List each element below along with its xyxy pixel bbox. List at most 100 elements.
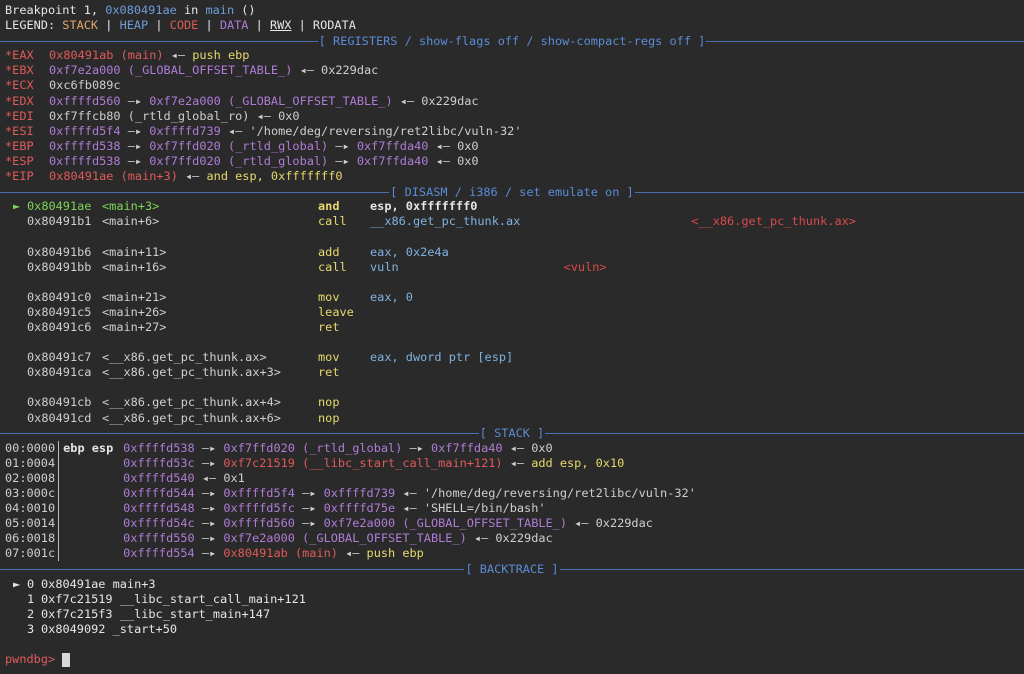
disasm-row[interactable]: 0x80491c7 <__x86.get_pc_thunk.ax> mov eax, … xyxy=(5,350,1024,365)
backtrace-frame[interactable]: 2 0xf7c215f3 __libc_start_main+147 xyxy=(5,607,1024,622)
disasm-spacer xyxy=(5,380,1024,395)
stack-value-part: 0xf7c21519 (__libc_start_call_main+121) xyxy=(223,455,503,470)
instruction-symbol: <__x86.get_pc_thunk.ax+6> xyxy=(102,410,281,425)
stack-index: 02:0008 xyxy=(5,470,56,485)
stack-index: 01:0004 xyxy=(5,455,56,470)
disasm-row[interactable]: 0x80491cb <__x86.get_pc_thunk.ax+4> nop xyxy=(5,395,1024,410)
instruction-address: 0x80491c7 xyxy=(27,350,92,365)
instruction-address: 0x80491b6 xyxy=(27,244,92,259)
instruction-address: 0x80491c0 xyxy=(27,289,92,304)
disasm-row[interactable]: 0x80491b6 <main+11> add eax, 0x2e4a xyxy=(5,245,1024,260)
call-target: <vuln> xyxy=(563,259,607,274)
instruction-address: 0x80491b1 xyxy=(27,214,92,229)
instruction-mnemonic: mov xyxy=(318,350,340,365)
stack-value-part: 0xffffd560 xyxy=(223,516,295,531)
stack-divider xyxy=(58,486,60,501)
register-value-part: —▸ xyxy=(328,138,357,153)
stack-divider xyxy=(58,455,60,471)
register-row: *EBX 0xf7e2a000 (_GLOBAL_OFFSET_TABLE_) ◂… xyxy=(5,63,1024,78)
register-row: *EIP 0x80491ae (main+3) ◂— and esp, 0xfff… xyxy=(5,169,1024,184)
instruction-mnemonic: ret xyxy=(318,365,340,380)
stack-index: 00:0000 xyxy=(5,440,56,455)
stack-value-part: ◂— xyxy=(502,455,532,470)
disasm-header: [ DISASM / i386 / set emulate on ] xyxy=(0,184,1024,199)
frame-number: 2 xyxy=(27,606,35,621)
stack-header: [ STACK ] xyxy=(0,426,1024,441)
instruction-mnemonic: nop xyxy=(318,410,340,425)
stack-index: 06:0018 xyxy=(5,531,56,546)
backtrace-frame[interactable]: ► 0 0x80491ae main+3 xyxy=(5,577,1024,592)
stack-value-part: —▸ xyxy=(294,501,324,516)
disasm-spacer xyxy=(5,275,1024,290)
backtrace-panel: ► 0 0x80491ae main+3 1 0xf7c21519 __libc_sta… xyxy=(5,577,1024,637)
stack-value-part: ◂— 0x229dac xyxy=(466,531,553,546)
register-name: *ECX xyxy=(5,78,34,93)
disasm-row[interactable]: 0x80491ca <__x86.get_pc_thunk.ax+3> ret xyxy=(5,365,1024,380)
breakpoint-address: 0x080491ae xyxy=(105,3,177,17)
stack-value-part: 0xffffd550 xyxy=(123,531,195,546)
frame-symbol: _start+50 xyxy=(112,621,178,636)
stack-value-part: 0xffffd75e xyxy=(323,501,396,516)
stack-index: 05:0014 xyxy=(5,516,56,531)
disasm-row[interactable]: 0x80491c6 <main+27> ret xyxy=(5,320,1024,335)
register-value-part: —▸ xyxy=(120,123,150,138)
register-value-part: and esp, 0xfffffff0 xyxy=(206,169,343,184)
stack-divider xyxy=(58,501,60,517)
disasm-row[interactable]: 0x80491b1 <main+6> call __x86.get_pc_thunk.… xyxy=(5,214,1024,229)
disasm-row[interactable]: 0x80491c0 <main+21> mov eax, 0 xyxy=(5,290,1024,305)
register-value-part: —▸ xyxy=(120,153,150,168)
register-value-part: ◂— '/home/deg/reversing/ret2libc/vuln-32… xyxy=(220,123,522,138)
register-value-part: ◂— 0x0 xyxy=(428,153,479,168)
register-name: *ESI xyxy=(5,123,34,138)
disasm-row[interactable]: ► 0x80491ae <main+3> and esp, 0xfffffff0 xyxy=(5,199,1024,214)
stack-row: 04:0010 0xffffd548 —▸ 0xffffd5fc —▸ 0xfff… xyxy=(5,501,1024,517)
stack-value-part: 0xffffd548 xyxy=(123,501,195,516)
legend-rodata: RODATA xyxy=(312,18,356,33)
instruction-symbol: <main+11> xyxy=(102,244,167,259)
instruction-symbol: <main+3> xyxy=(102,199,160,214)
stack-registers: ebp esp xyxy=(63,440,114,455)
stack-index: 04:0010 xyxy=(5,501,56,516)
register-row: *ESP 0xffffd538 —▸ 0xf7ffd020 (_rtld_glob… xyxy=(5,154,1024,169)
stack-value-part: —▸ xyxy=(402,440,431,455)
disasm-row[interactable]: 0x80491cd <__x86.get_pc_thunk.ax+6> nop xyxy=(5,411,1024,426)
register-value-part: push ebp xyxy=(192,48,250,63)
register-value-part: 0x80491ae (main+3) xyxy=(49,169,178,184)
instruction-operands: vuln xyxy=(370,259,399,274)
register-value-part: 0xc6fb089c xyxy=(49,78,121,93)
stack-value-part: 0xffffd538 xyxy=(123,440,195,455)
register-row: *EDX 0xffffd560 —▸ 0xf7e2a000 (_GLOBAL_OF… xyxy=(5,94,1024,109)
command-prompt-line[interactable]: pwndbg> xyxy=(5,652,1024,667)
frame-number: 1 xyxy=(27,591,35,606)
terminal-window[interactable]: Breakpoint 1, 0x080491ae in main () LEGE… xyxy=(0,0,1024,674)
register-name: *EDI xyxy=(5,108,34,123)
register-value-part: 0xffffd5f4 xyxy=(49,123,121,138)
stack-value-part: 0xf7e2a000 (_GLOBAL_OFFSET_TABLE_) xyxy=(323,516,567,531)
stack-divider xyxy=(58,546,60,562)
frame-number: 3 xyxy=(27,621,35,636)
breakpoint-in: in xyxy=(176,3,206,17)
backtrace-frame[interactable]: 1 0xf7c21519 __libc_start_call_main+121 xyxy=(5,592,1024,607)
legend-sep: | xyxy=(98,18,120,33)
instruction-mnemonic: call xyxy=(318,259,347,274)
instruction-symbol: <main+6> xyxy=(102,214,160,229)
register-value-part: ◂— xyxy=(177,169,207,184)
instruction-mnemonic: ret xyxy=(318,319,340,334)
legend-stack: STACK xyxy=(62,18,99,33)
register-value-part: 0xf7e2a000 (_GLOBAL_OFFSET_TABLE_) xyxy=(49,63,293,78)
backtrace-header-label: [ BACKTRACE ] xyxy=(465,562,559,577)
stack-row: 01:0004 0xffffd53c —▸ 0xf7c21519 (__libc_… xyxy=(5,455,1024,471)
disasm-row[interactable]: 0x80491c5 <main+26> leave xyxy=(5,305,1024,320)
register-name: *EBP xyxy=(5,138,34,153)
register-value-part: —▸ xyxy=(328,153,357,168)
legend-heap: HEAP xyxy=(119,18,149,33)
stack-value-part: —▸ xyxy=(294,516,324,531)
register-value-part: ◂— 0x0 xyxy=(428,138,479,153)
backtrace-frame[interactable]: 3 0x8049092 _start+50 xyxy=(5,622,1024,637)
stack-value-part: 0x80491ab (main) xyxy=(223,546,338,561)
disasm-row[interactable]: 0x80491bb <main+16> call vuln <vuln> xyxy=(5,260,1024,275)
stack-row: 00:0000 ebp esp 0xffffd538 —▸ 0xf7ffd020 (… xyxy=(5,440,1024,456)
stack-value-part: ◂— 0x229dac xyxy=(567,516,653,531)
stack-panel: 00:0000 ebp esp 0xffffd538 —▸ 0xf7ffd020 (… xyxy=(5,440,1024,562)
instruction-operands: eax, dword ptr [esp] xyxy=(370,350,514,365)
